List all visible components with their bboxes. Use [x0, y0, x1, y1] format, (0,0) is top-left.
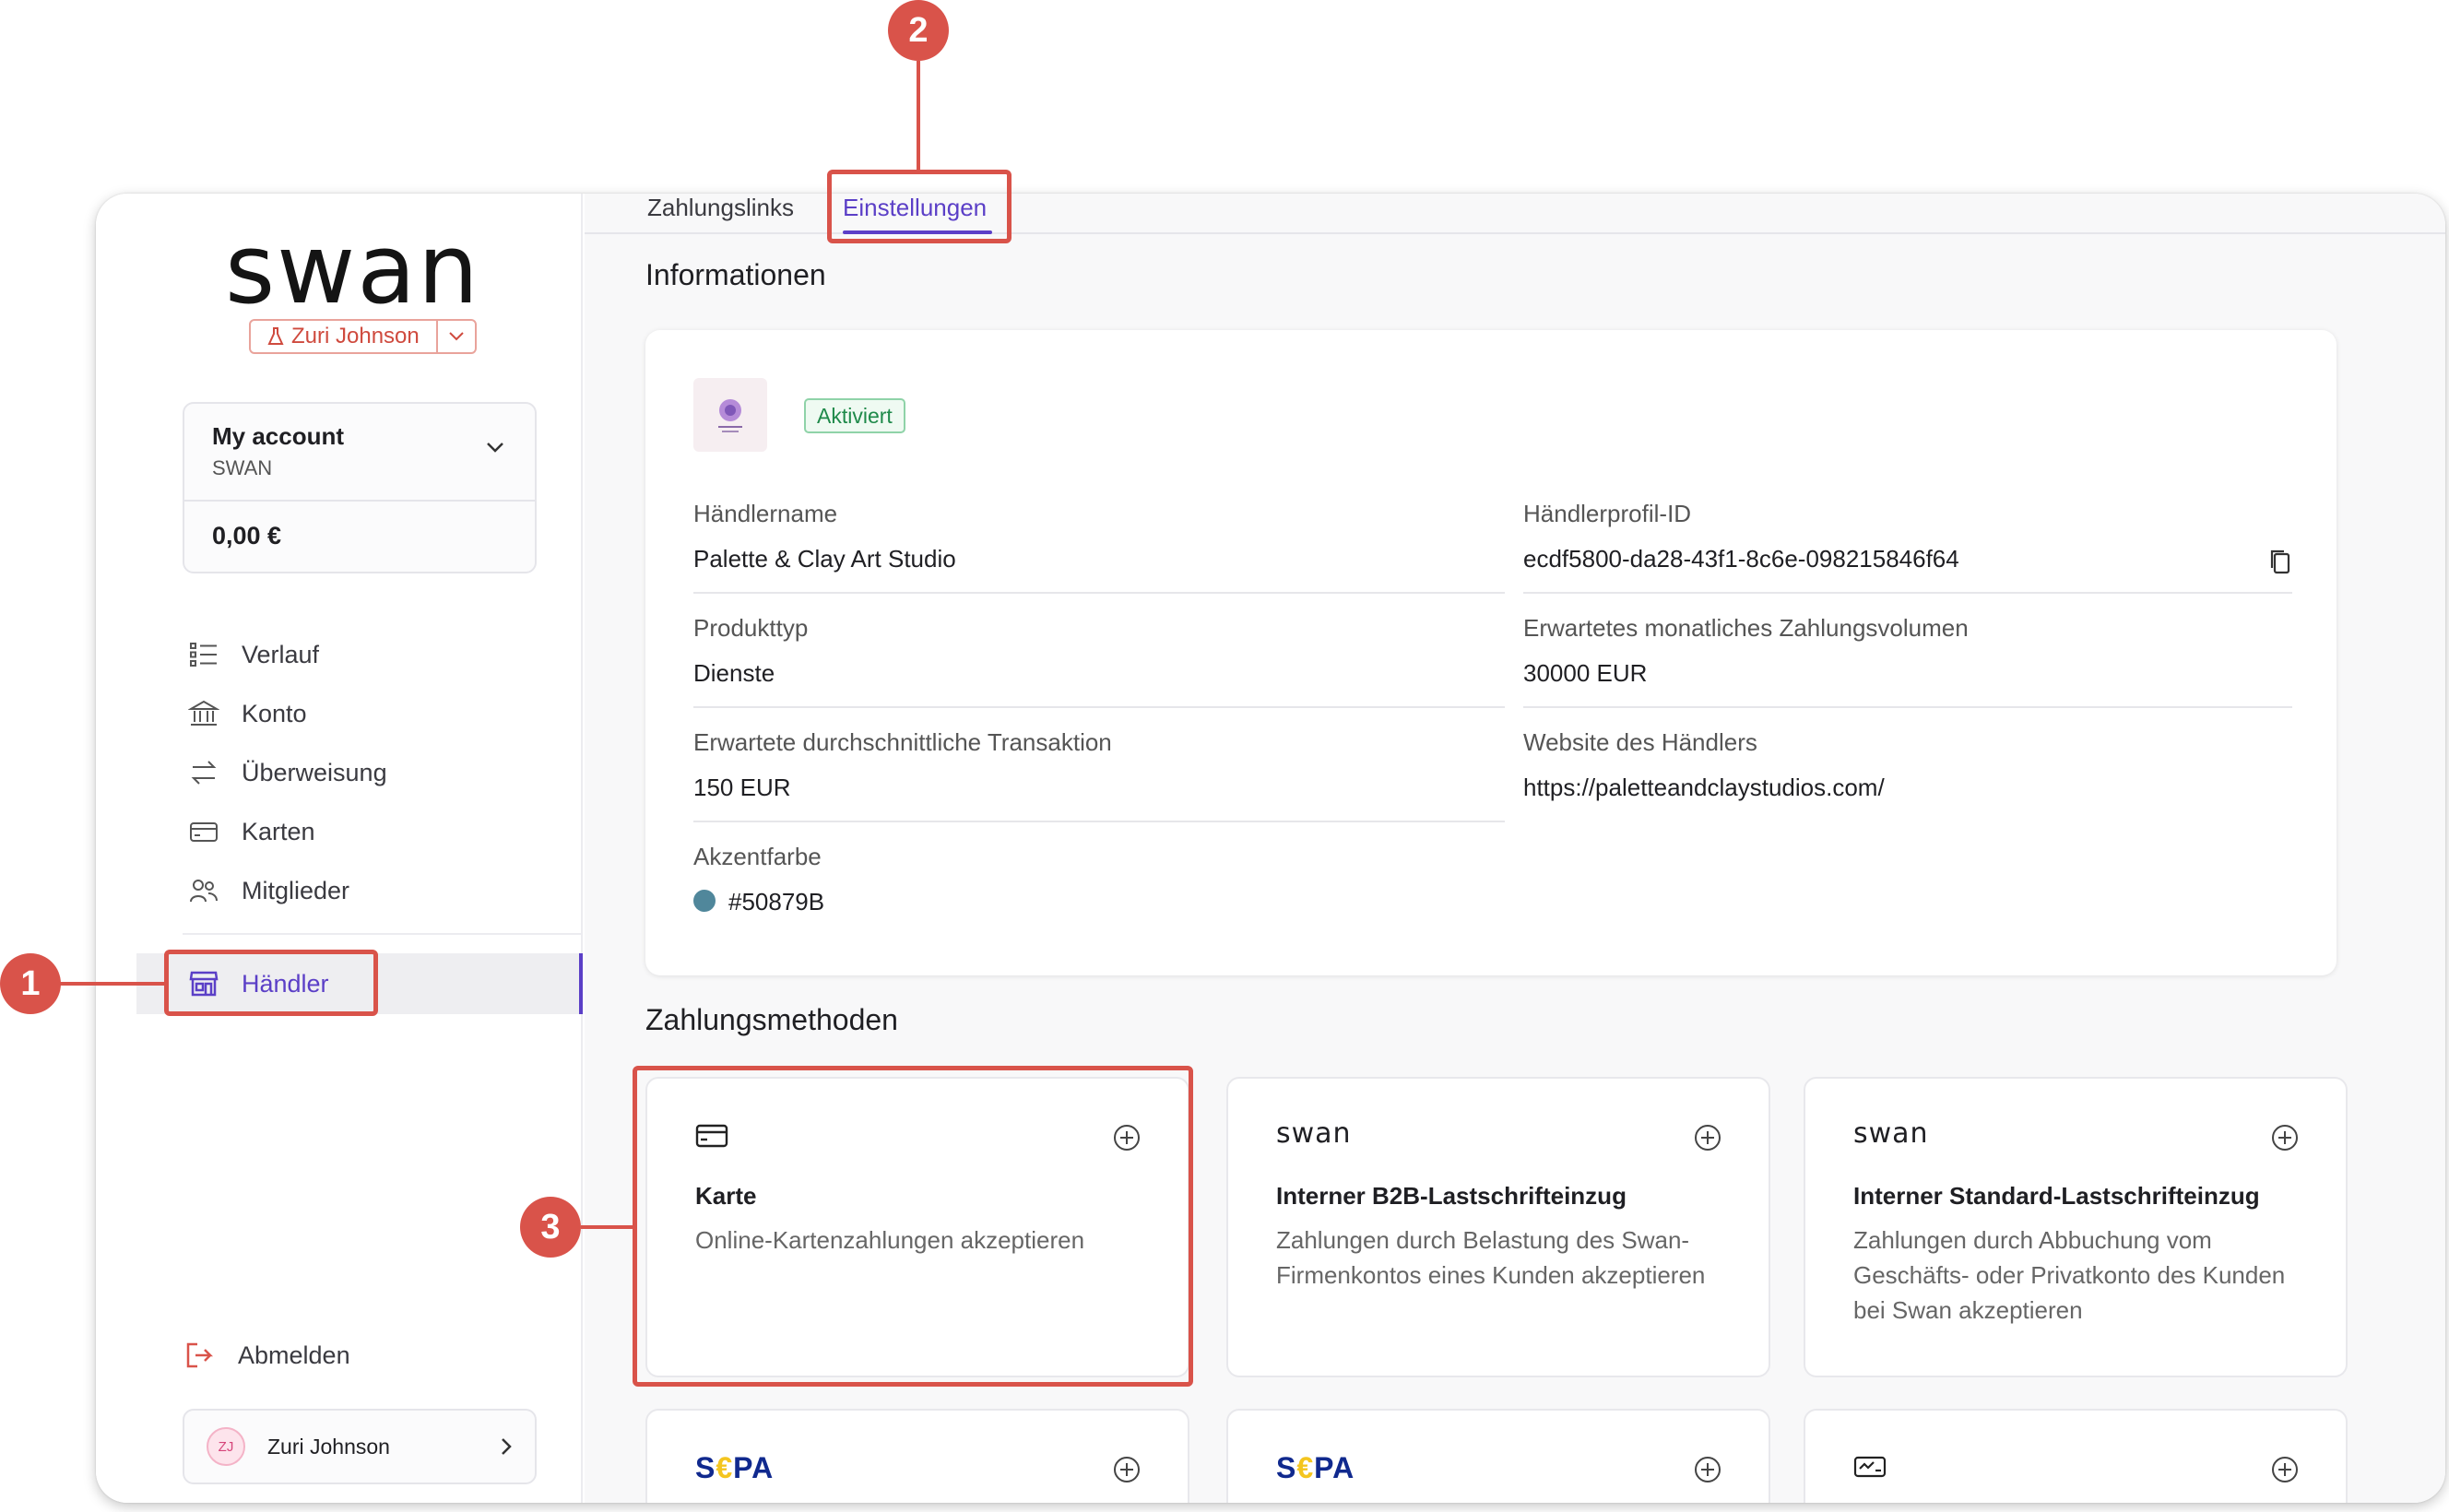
annotation-line-1	[57, 982, 166, 986]
sidebar-item-karten[interactable]: Karten	[183, 802, 551, 861]
account-name: My account	[212, 422, 345, 450]
sidebar-nav: Verlauf Konto Überweisung Karten Mitglie…	[183, 625, 551, 920]
chevron-right-icon	[502, 1438, 512, 1455]
payment-method-description: Zahlungen durch Belastung des Swan-Firme…	[1276, 1226, 1706, 1289]
tab-zahlungslinks[interactable]: Zahlungslinks	[647, 194, 794, 222]
color-swatch	[693, 890, 716, 912]
payment-method-sepa-1[interactable]: S€PA	[645, 1409, 1189, 1503]
project-name-label: Zuri Johnson	[291, 324, 420, 348]
bank-icon	[188, 700, 219, 726]
swan-logo: swan	[225, 213, 480, 325]
sidebar-item-mitglieder[interactable]: Mitglieder	[183, 861, 551, 920]
annotation-marker-3: 3	[520, 1197, 581, 1258]
project-switcher[interactable]: Zuri Johnson	[249, 319, 477, 354]
section-title-informationen: Informationen	[645, 258, 826, 291]
palette-logo-icon	[718, 399, 742, 432]
sidebar-item-label: Karten	[242, 817, 315, 845]
members-icon	[190, 880, 218, 903]
sidebar-item-konto[interactable]: Konto	[183, 684, 551, 743]
active-indicator	[579, 953, 583, 1014]
sidebar-item-verlauf[interactable]: Verlauf	[183, 625, 551, 684]
list-icon	[190, 643, 217, 667]
add-circle-icon[interactable]	[2270, 1455, 2300, 1484]
field-merchant-name: Händlername Palette & Clay Art Studio	[693, 500, 1505, 594]
merchant-logo	[693, 378, 767, 452]
annotation-line-3	[581, 1225, 634, 1229]
field-monthly-volume: Erwartetes monatliches Zahlungsvolumen 3…	[1523, 614, 2292, 708]
merchant-info-card: Aktiviert Händlername Palette & Clay Art…	[645, 330, 2337, 975]
project-name-button[interactable]: Zuri Johnson	[251, 321, 438, 352]
copy-icon[interactable]	[2268, 548, 2292, 575]
field-website: Website des Händlers https://paletteandc…	[1523, 728, 1885, 801]
add-circle-icon[interactable]	[1693, 1455, 1722, 1484]
sidebar-item-label: Konto	[242, 699, 307, 727]
payment-method-check[interactable]	[1804, 1409, 2348, 1503]
annotation-box-3	[633, 1066, 1193, 1387]
payment-method-internal-standard[interactable]: swan Interner Standard-Lastschrifteinzug…	[1804, 1077, 2348, 1377]
account-subtitle: SWAN	[212, 456, 273, 479]
avatar: ZJ	[207, 1427, 245, 1466]
section-title-zahlungsmethoden: Zahlungsmethoden	[645, 1003, 898, 1036]
annotation-box-2	[827, 170, 1012, 243]
transfer-icon	[191, 761, 217, 785]
payment-method-title: Interner Standard-Lastschrifteinzug	[1853, 1182, 2260, 1210]
annotation-line-2	[917, 61, 920, 170]
sidebar-item-label: Mitglieder	[242, 876, 350, 904]
add-circle-icon[interactable]	[1693, 1123, 1722, 1152]
logout-label: Abmelden	[238, 1341, 350, 1369]
sepa-logo: S€PA	[695, 1451, 775, 1484]
sidebar-item-ueberweisung[interactable]: Überweisung	[183, 743, 551, 802]
card-icon	[190, 822, 218, 842]
annotation-marker-2: 2	[888, 0, 949, 61]
annotation-marker-1: 1	[0, 953, 61, 1014]
payment-method-internal-b2b[interactable]: swan Interner B2B-Lastschrifteinzug Zahl…	[1226, 1077, 1770, 1377]
chevron-down-icon[interactable]	[438, 321, 475, 352]
account-selector[interactable]: My account SWAN 0,00 €	[183, 402, 537, 573]
swan-logo-small: swan	[1276, 1117, 1352, 1150]
sidebar-item-label: Verlauf	[242, 640, 320, 668]
field-product-type: Produkttyp Dienste	[693, 614, 1505, 708]
check-card-icon	[1853, 1456, 1887, 1478]
sidebar-item-label: Überweisung	[242, 758, 387, 786]
add-circle-icon[interactable]	[2270, 1123, 2300, 1152]
sepa-logo: S€PA	[1276, 1451, 1355, 1484]
field-avg-transaction: Erwartete durchschnittliche Transaktion …	[693, 728, 1505, 822]
flask-icon	[267, 327, 284, 345]
payment-method-description: Zahlungen durch Abbuchung vom Geschäfts-…	[1853, 1226, 2286, 1324]
chevron-down-icon[interactable]	[485, 441, 505, 454]
annotation-box-1	[164, 950, 378, 1016]
payment-method-title: Interner B2B-Lastschrifteinzug	[1276, 1182, 1627, 1210]
user-menu[interactable]: ZJ Zuri Johnson	[183, 1409, 537, 1484]
app-window: swan Zuri Johnson My account SWAN 0,00 €…	[96, 194, 2445, 1503]
account-balance: 0,00 €	[212, 522, 282, 549]
logout-button[interactable]: Abmelden	[184, 1341, 350, 1370]
add-circle-icon[interactable]	[1112, 1455, 1142, 1484]
status-badge: Aktiviert	[804, 398, 905, 433]
field-accent-color: Akzentfarbe #50879B	[693, 843, 825, 915]
swan-logo-small: swan	[1853, 1117, 1929, 1150]
user-name: Zuri Johnson	[267, 1434, 390, 1459]
sidebar: swan Zuri Johnson My account SWAN 0,00 €…	[96, 194, 583, 1503]
payment-method-sepa-2[interactable]: S€PA	[1226, 1409, 1770, 1503]
logout-icon	[186, 1342, 214, 1368]
nav-divider	[183, 933, 583, 935]
field-profile-id: Händlerprofil-ID ecdf5800-da28-43f1-8c6e…	[1523, 500, 2292, 594]
